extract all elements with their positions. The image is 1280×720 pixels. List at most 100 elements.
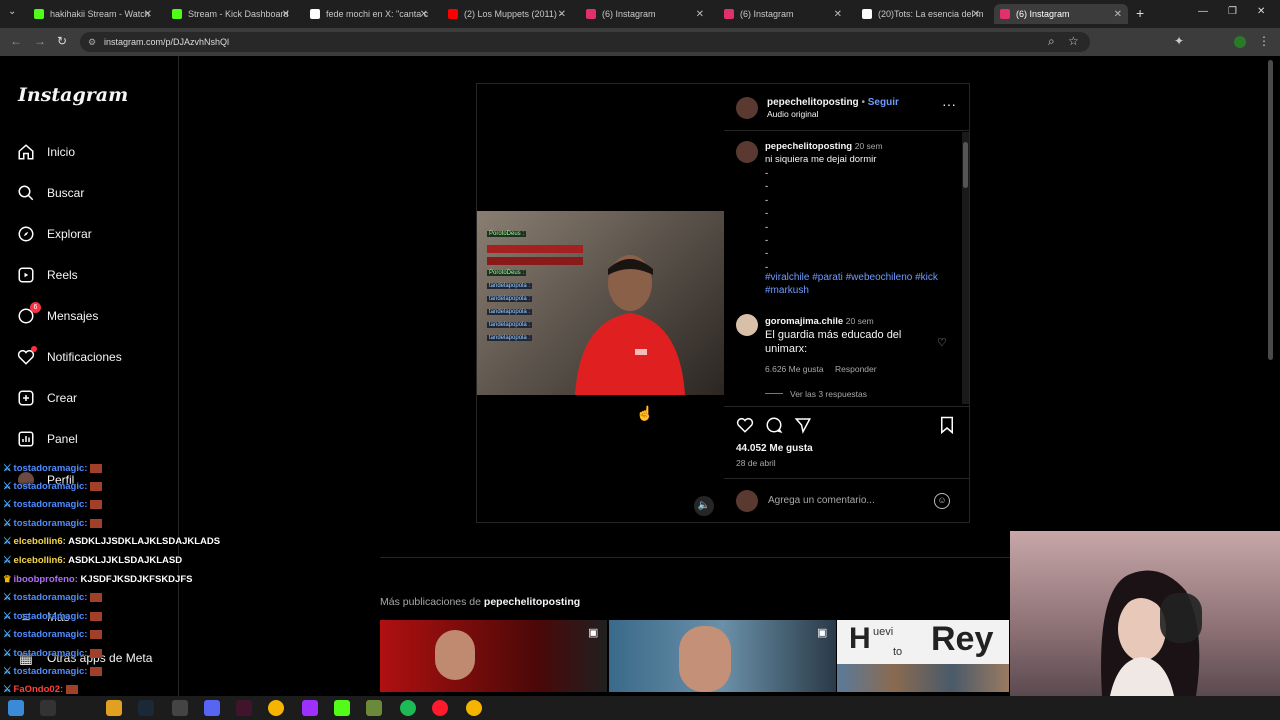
avatar[interactable] — [736, 314, 758, 336]
site-info-icon[interactable]: ⚙ — [88, 32, 96, 52]
sword-icon: ⚔ — [3, 684, 12, 695]
like-icon[interactable] — [736, 416, 754, 439]
more-options-icon[interactable]: ··· — [942, 96, 956, 112]
spotify-icon[interactable] — [400, 700, 416, 716]
page-scrollbar[interactable] — [1268, 60, 1274, 360]
search-icon[interactable] — [40, 700, 56, 716]
tab-2[interactable]: fede mochi en X: "canta c ✕ — [304, 4, 434, 24]
post-thumbnail[interactable]: H uevi to Rey — [837, 620, 1009, 692]
more-posts-user[interactable]: pepechelitoposting — [484, 596, 580, 608]
sidebar-item-crear[interactable]: Crear — [16, 386, 77, 410]
save-icon[interactable] — [939, 416, 955, 439]
sidebar-item-buscar[interactable]: Buscar — [16, 181, 84, 205]
tab-5[interactable]: (6) Instagram ✕ — [718, 4, 848, 24]
avatar[interactable] — [736, 97, 758, 119]
sidebar-item-notificaciones[interactable]: Notificaciones — [16, 345, 122, 369]
thumbnail-text: Rey — [931, 620, 994, 658]
emoji-icon[interactable]: ☺ — [934, 493, 950, 509]
reload-icon[interactable]: ↻ — [57, 34, 67, 48]
chat-user: tostadoramagic: — [13, 648, 88, 659]
app-icon[interactable] — [236, 700, 252, 716]
opera-icon[interactable] — [432, 700, 448, 716]
like-count[interactable]: 44.052 Me gusta — [736, 443, 813, 454]
close-icon[interactable]: ✕ — [558, 9, 566, 20]
close-icon[interactable]: ✕ — [834, 9, 842, 20]
comment-input[interactable]: Agrega un comentario... — [768, 489, 944, 513]
extensions-icon[interactable]: ✦ — [1174, 34, 1184, 48]
audio-label[interactable]: Audio original — [767, 109, 819, 119]
back-icon[interactable]: ← — [10, 34, 22, 48]
sidebar-item-inicio[interactable]: Inicio — [16, 140, 75, 164]
comment-icon[interactable] — [765, 416, 783, 439]
avatar[interactable] — [736, 141, 758, 163]
close-icon[interactable]: ✕ — [696, 9, 704, 20]
comments-scrollbar[interactable] — [962, 132, 969, 404]
url-field[interactable]: ⚙ instagram.com/p/DJAzvhNshQl — [80, 32, 1090, 52]
close-icon[interactable]: ✕ — [144, 9, 152, 20]
webcam-overlay — [1010, 531, 1280, 696]
restore-icon[interactable]: ❐ — [1228, 6, 1237, 17]
follow-button[interactable]: Seguir — [868, 97, 899, 108]
windows-start-icon[interactable] — [8, 700, 24, 716]
comment-user[interactable]: goromajima.chile — [765, 316, 843, 327]
obs-icon[interactable] — [172, 700, 188, 716]
tab-1[interactable]: Stream - Kick Dashboard ✕ — [166, 4, 296, 24]
hashtags[interactable]: #markush — [765, 285, 809, 296]
file-explorer-icon[interactable] — [106, 700, 122, 716]
chat-line: ⚔ tostadoramagic: — [3, 518, 103, 529]
username[interactable]: pepechelitoposting — [765, 141, 852, 152]
bookmark-star-icon[interactable]: ☆ — [1068, 34, 1079, 48]
chart-icon — [16, 429, 36, 449]
minecraft-icon[interactable] — [366, 700, 382, 716]
reply-button[interactable]: Responder — [835, 364, 877, 374]
tab-search-icon[interactable]: ⌄ — [8, 6, 16, 17]
sidebar-item-mensajes[interactable]: 6 Mensajes — [16, 302, 98, 328]
view-replies-button[interactable]: Ver las 3 respuestas — [790, 389, 867, 399]
close-icon[interactable]: ✕ — [972, 9, 980, 20]
caption-dash: - — [765, 208, 769, 220]
close-icon[interactable]: ✕ — [1114, 9, 1122, 20]
reel-video[interactable]: PorotoDeus : PorotoDeus : tandelapopola … — [477, 84, 724, 522]
close-icon[interactable]: ✕ — [282, 9, 290, 20]
forward-icon[interactable]: → — [34, 34, 46, 48]
chat-user: FaOndo02: — [13, 684, 64, 695]
post-thumbnail[interactable]: ▣ — [609, 620, 836, 692]
hashtags[interactable]: #viralchile #parati #webeochileno #kick — [765, 272, 938, 283]
steam-icon[interactable] — [138, 700, 154, 716]
tab-title: hakihakii Stream - Watch — [50, 9, 150, 19]
post-thumbnail[interactable]: ▣ — [380, 620, 607, 692]
tab-3[interactable]: (2) Los Muppets (2011) - ✕ — [442, 4, 572, 24]
mute-icon[interactable]: 🔈 — [694, 496, 714, 516]
sidebar-item-reels[interactable]: Reels — [16, 263, 78, 287]
app-icon[interactable] — [302, 700, 318, 716]
menu-icon[interactable]: ⋮ — [1258, 34, 1270, 48]
chrome-icon[interactable] — [268, 700, 284, 716]
chat-user: tostadoramagic: — [13, 629, 88, 640]
profile-icon[interactable] — [1234, 36, 1246, 48]
new-tab-icon[interactable]: + — [1136, 5, 1144, 21]
tab-0[interactable]: hakihakii Stream - Watch ✕ — [28, 4, 158, 24]
minimize-icon[interactable]: — — [1198, 6, 1208, 17]
post-author[interactable]: pepechelitoposting • Seguir — [767, 97, 899, 108]
window-close-icon[interactable]: ✕ — [1257, 6, 1265, 17]
thumbnail-text: H — [849, 622, 871, 655]
tab-6[interactable]: (20)Tots: La esencia del m ✕ — [856, 4, 986, 24]
like-comment-icon[interactable]: ♡ — [937, 336, 947, 349]
chat-line: ⚔ FaOndo02: — [3, 684, 79, 695]
comment-likes[interactable]: 6.626 Me gusta — [765, 364, 824, 374]
streamer-figure — [1101, 570, 1202, 696]
instagram-logo[interactable]: Instagram — [18, 84, 128, 106]
post-sidebar: pepechelitoposting • Seguir Audio origin… — [724, 84, 969, 522]
close-icon[interactable]: ✕ — [420, 9, 428, 20]
tab-7[interactable]: (6) Instagram ✕ — [994, 4, 1128, 24]
discord-icon[interactable] — [204, 700, 220, 716]
caption-dash: - — [765, 248, 769, 260]
chrome-icon[interactable] — [466, 700, 482, 716]
sidebar-item-explorar[interactable]: Explorar — [16, 222, 92, 246]
sidebar-item-panel[interactable]: Panel — [16, 427, 78, 451]
kick-icon[interactable] — [334, 700, 350, 716]
zoom-icon[interactable]: ⌕ — [1048, 34, 1055, 49]
share-icon[interactable] — [794, 416, 812, 439]
tab-4[interactable]: (6) Instagram ✕ — [580, 4, 710, 24]
username[interactable]: pepechelitoposting — [767, 97, 859, 108]
